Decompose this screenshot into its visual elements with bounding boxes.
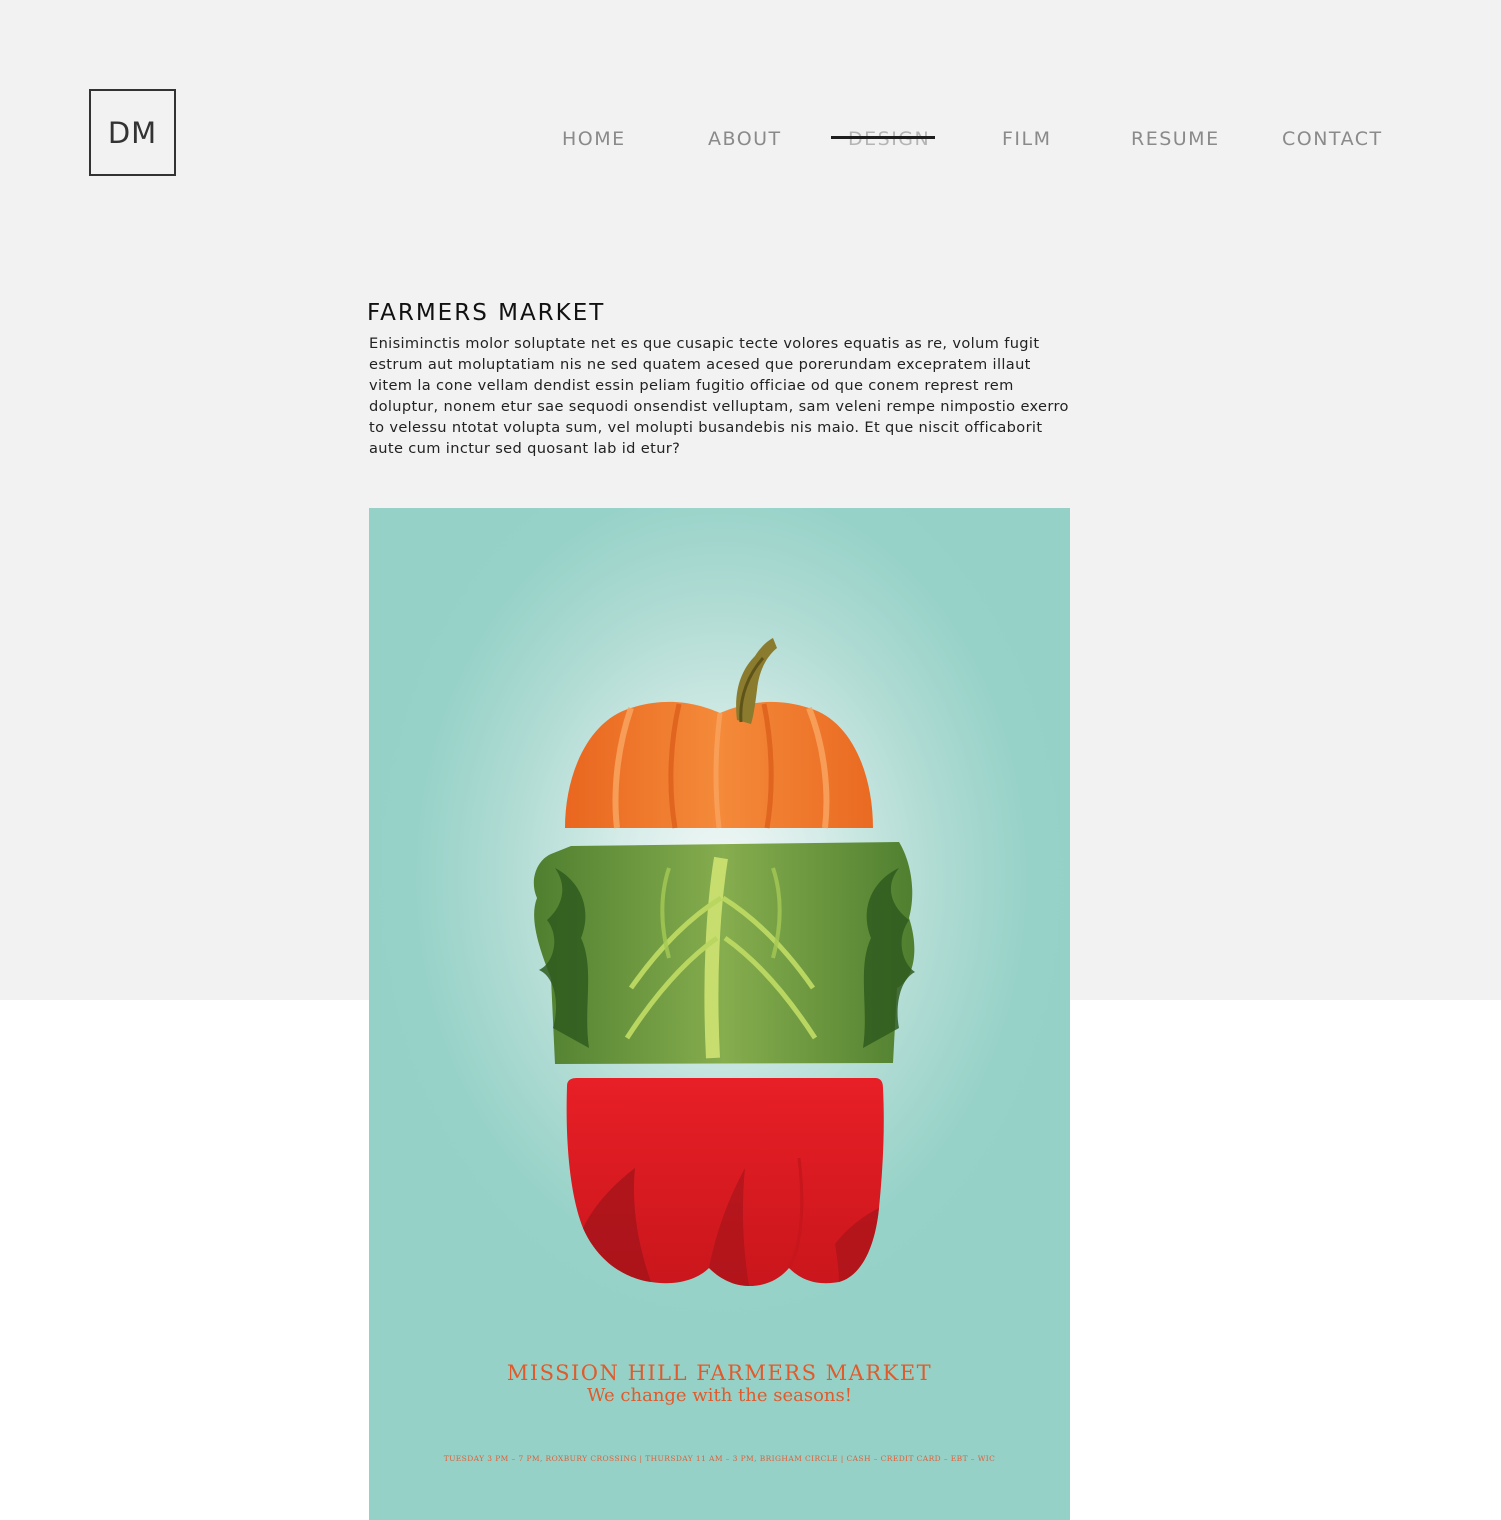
nav-contact-link[interactable]: CONTACT [1282,127,1383,151]
poster-info: TUESDAY 3 PM – 7 PM, ROXBURY CROSSING | … [443,1454,996,1463]
poster-tagline: We change with the seasons! [587,1385,852,1406]
nav-resume-link[interactable]: RESUME [1131,127,1220,151]
nav-film-link[interactable]: FILM [1002,127,1052,151]
pepper-illustration [566,1078,884,1286]
project-description: Enisiminctis molor soluptate net es que … [369,335,1069,457]
logo[interactable]: DM [89,89,176,176]
nav-about-link[interactable]: ABOUT [708,127,782,151]
poster-title: MISSION HILL FARMERS MARKET [506,1361,933,1385]
nav-home-link[interactable]: HOME [562,127,626,151]
project-title: FARMERS MARKET [367,300,606,326]
pumpkin-illustration [565,638,873,829]
active-nav-indicator [831,136,935,139]
nav-design-link[interactable]: DESIGN [848,127,930,151]
poster-image: MISSION HILL FARMERS MARKET We change wi… [369,508,1070,1520]
lettuce-illustration [533,842,915,1064]
